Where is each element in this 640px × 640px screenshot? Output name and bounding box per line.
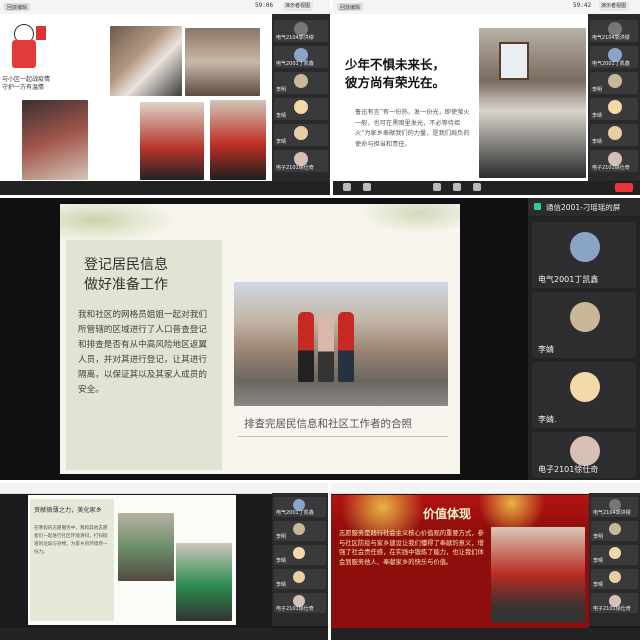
signal-icon (534, 203, 541, 210)
leaf-decoration (360, 204, 460, 234)
shared-slide: 价值体现 志愿服务是践行社会主义核心价值观的重要方式，参与社区防疫与家乡建设让我… (331, 495, 589, 635)
photo-registration-desk (110, 26, 182, 96)
participant-tile[interactable]: 电子2101徐仕奇 (274, 593, 326, 613)
record-icon[interactable] (453, 183, 461, 191)
participant-tile[interactable]: 李晴 (274, 569, 326, 589)
participant-sidebar: 电气2104郭洪缪 电气2001丁凯鑫 李明 李晴 李晴 电子2101徐仕奇 (272, 14, 330, 181)
slide-title: 价值体现 (423, 507, 472, 521)
leaf-decoration (60, 204, 180, 244)
bottom-toolbar (333, 181, 640, 195)
photo-volunteer-red-vest (210, 100, 266, 180)
bottom-toolbar (0, 181, 330, 195)
shared-slide: 与小区一起战疫情 守护一方有温情 (0, 14, 272, 181)
participant-tile[interactable]: 李婧 (532, 292, 636, 358)
participant-tile[interactable]: 电气2001丁凯鑫 (532, 222, 636, 288)
avatar (570, 232, 600, 262)
top-toolbar: 回放编辑 59:06 演示者视图 (0, 0, 330, 15)
photo-elderly-visit (491, 527, 585, 623)
slide-quote: 鲁迅有言“有一份热，发一份光，即使萤火一般，也可在黑暗里发光，不必等待炬火”为家… (355, 109, 470, 148)
edit-chip-label: 回放编辑 (340, 5, 361, 11)
bottom-toolbar (0, 628, 328, 640)
participant-tile[interactable]: 李明 (274, 521, 326, 541)
members-icon[interactable] (473, 183, 481, 191)
edit-chip-label: 回放编辑 (7, 5, 28, 11)
photo-volunteer-doorway (185, 28, 260, 96)
volunteer-figure (298, 312, 314, 382)
participant-tile[interactable]: 李明 (591, 521, 638, 541)
participant-tile[interactable]: 电子2101徐仕奇 (590, 150, 638, 172)
slide-body-text: 我和社区的网格员姐姐一起对我们所管辖的区域进行了人口普查登记和排查是否有从中高风… (78, 310, 207, 395)
participant-tile[interactable]: 电子2101徐仕奇 (591, 593, 638, 613)
photo-sweeping-1 (118, 513, 174, 581)
participant-sidebar: 电气2001丁凯鑫 李明 李晴 李晴 电子2101徐仕奇 (272, 493, 328, 626)
meeting-panel-3: 登记居民信息 做好准备工作 我和社区的网格员姐姐一起对我们所管辖的区域进行了人口… (0, 198, 640, 480)
slide-body-text: 志愿服务是践行社会主义核心价值观的重要方式，参与社区防疫与家乡建设让我们懂得了奉… (339, 530, 484, 566)
participant-tile[interactable]: 李晴 (274, 545, 326, 565)
photo-volunteer-office (22, 100, 88, 180)
share-icon[interactable] (433, 183, 441, 191)
meeting-timer: 59:06 (255, 2, 274, 9)
participant-tile[interactable]: 李明 (590, 72, 638, 94)
slide-title-line2: 彼方尚有荣光在。 (345, 75, 446, 90)
slide-title-line2: 做好准备工作 (84, 277, 168, 293)
volunteer-figure (338, 312, 354, 382)
slide-body-text: 在寒假的志愿服务中，我和其他志愿者们一起进行社区环境清扫，打扫街道的垃圾与杂物，… (34, 526, 108, 555)
participant-tile[interactable]: 李婧. (532, 362, 636, 428)
photo-window-frame (499, 42, 529, 80)
participant-sidebar: 电气2104郭洪缪 电气2001丁凯鑫 李明 李晴 李晴 电子2101徐仕奇 (588, 14, 640, 181)
participant-tile[interactable]: 李晴 (591, 545, 638, 565)
shared-slide: 贡献微薄之力，美化家乡 在寒假的志愿服务中，我和其他志愿者们一起进行社区环境清扫… (28, 495, 236, 625)
shared-slide: 少年不惧未来长， 彼方尚有荣光在。 鲁迅有言“有一份热，发一份光，即使萤火一般，… (333, 14, 588, 181)
participant-sidebar: 电气2104郭洪缪 李明 李晴 李晴 电子2101徐仕奇 (589, 493, 640, 626)
meeting-panel-4: 贡献微薄之力，美化家乡 在寒假的志愿服务中，我和其他志愿者们一起进行社区环境清扫… (0, 483, 328, 640)
participant-tile[interactable]: 李晴 (590, 98, 638, 120)
participant-tile[interactable]: 李明 (274, 72, 328, 94)
meeting-panel-2: 回放编辑 59:42 演示者视图 少年不惧未来长， 彼方尚有荣光在。 鲁迅有言“… (333, 0, 640, 195)
slide-title: 贡献微薄之力，美化家乡 (34, 507, 103, 514)
bottom-toolbar (331, 628, 640, 640)
camera-icon[interactable] (363, 183, 371, 191)
participant-tile[interactable]: 李晴 (274, 98, 328, 120)
shared-slide: 登记居民信息 做好准备工作 我和社区的网格员姐姐一起对我们所管辖的区域进行了人口… (60, 204, 460, 474)
photo-sweeping-2 (176, 543, 232, 621)
caption-divider (238, 436, 448, 437)
meeting-panel-5: 价值体现 志愿服务是践行社会主义核心价值观的重要方式，参与社区防疫与家乡建设让我… (331, 483, 640, 640)
participant-tile[interactable]: 李晴 (590, 124, 638, 146)
participant-tile[interactable]: 电气2104郭洪缪 (274, 20, 328, 42)
participant-tile[interactable]: 电气2001丁凯鑫 (590, 46, 638, 68)
top-toolbar: 回放编辑 59:42 演示者视图 (333, 0, 640, 15)
sketch-caption: 与小区一起战疫情 守护一方有温情 (2, 76, 51, 91)
slide-title-line1: 少年不惧未来长， (345, 57, 446, 72)
participant-tile[interactable]: 电气2001丁凯鑫 (274, 46, 328, 68)
avatar (570, 372, 600, 402)
avatar (570, 436, 600, 466)
photo-caption: 排查完居民信息和社区工作者的合照 (244, 418, 412, 430)
participant-tile[interactable]: 电子2101徐仕奇 (532, 432, 636, 478)
meeting-panel-1: 回放编辑 59:06 演示者视图 与小区一起战疫情 守护一方有温情 电气2104… (0, 0, 330, 195)
presenter-view-label: 演示者视图 (601, 3, 627, 9)
sidebar-header-label: 通信2001-刁瑶瑶的屏 (546, 203, 621, 212)
presenter-view-label: 演示者视图 (285, 3, 311, 9)
avatar (570, 302, 600, 332)
meeting-timer: 59:42 (573, 2, 592, 9)
participant-sidebar: 通信2001-刁瑶瑶的屏 电气2001丁凯鑫 李婧 李婧. 电子2101徐仕奇 (528, 198, 640, 480)
slide-title-line1: 登记居民信息 (84, 257, 168, 273)
end-meeting-button[interactable] (615, 183, 633, 192)
mic-icon[interactable] (343, 183, 351, 191)
photo-volunteer-window (479, 28, 586, 178)
participant-tile[interactable]: 电气2001丁凯鑫 (274, 497, 326, 517)
participant-tile[interactable]: 电气2104郭洪缪 (591, 497, 638, 517)
participant-tile[interactable]: 李晴 (274, 124, 328, 146)
participant-tile[interactable]: 电气2104郭洪缪 (590, 20, 638, 42)
photo-volunteers-forms (140, 102, 204, 180)
volunteer-figure (318, 314, 334, 382)
text-card (30, 499, 114, 621)
sketch-illustration (4, 18, 52, 70)
participant-tile[interactable]: 电子2101徐仕奇 (274, 150, 328, 172)
participant-tile[interactable]: 李晴 (591, 569, 638, 589)
